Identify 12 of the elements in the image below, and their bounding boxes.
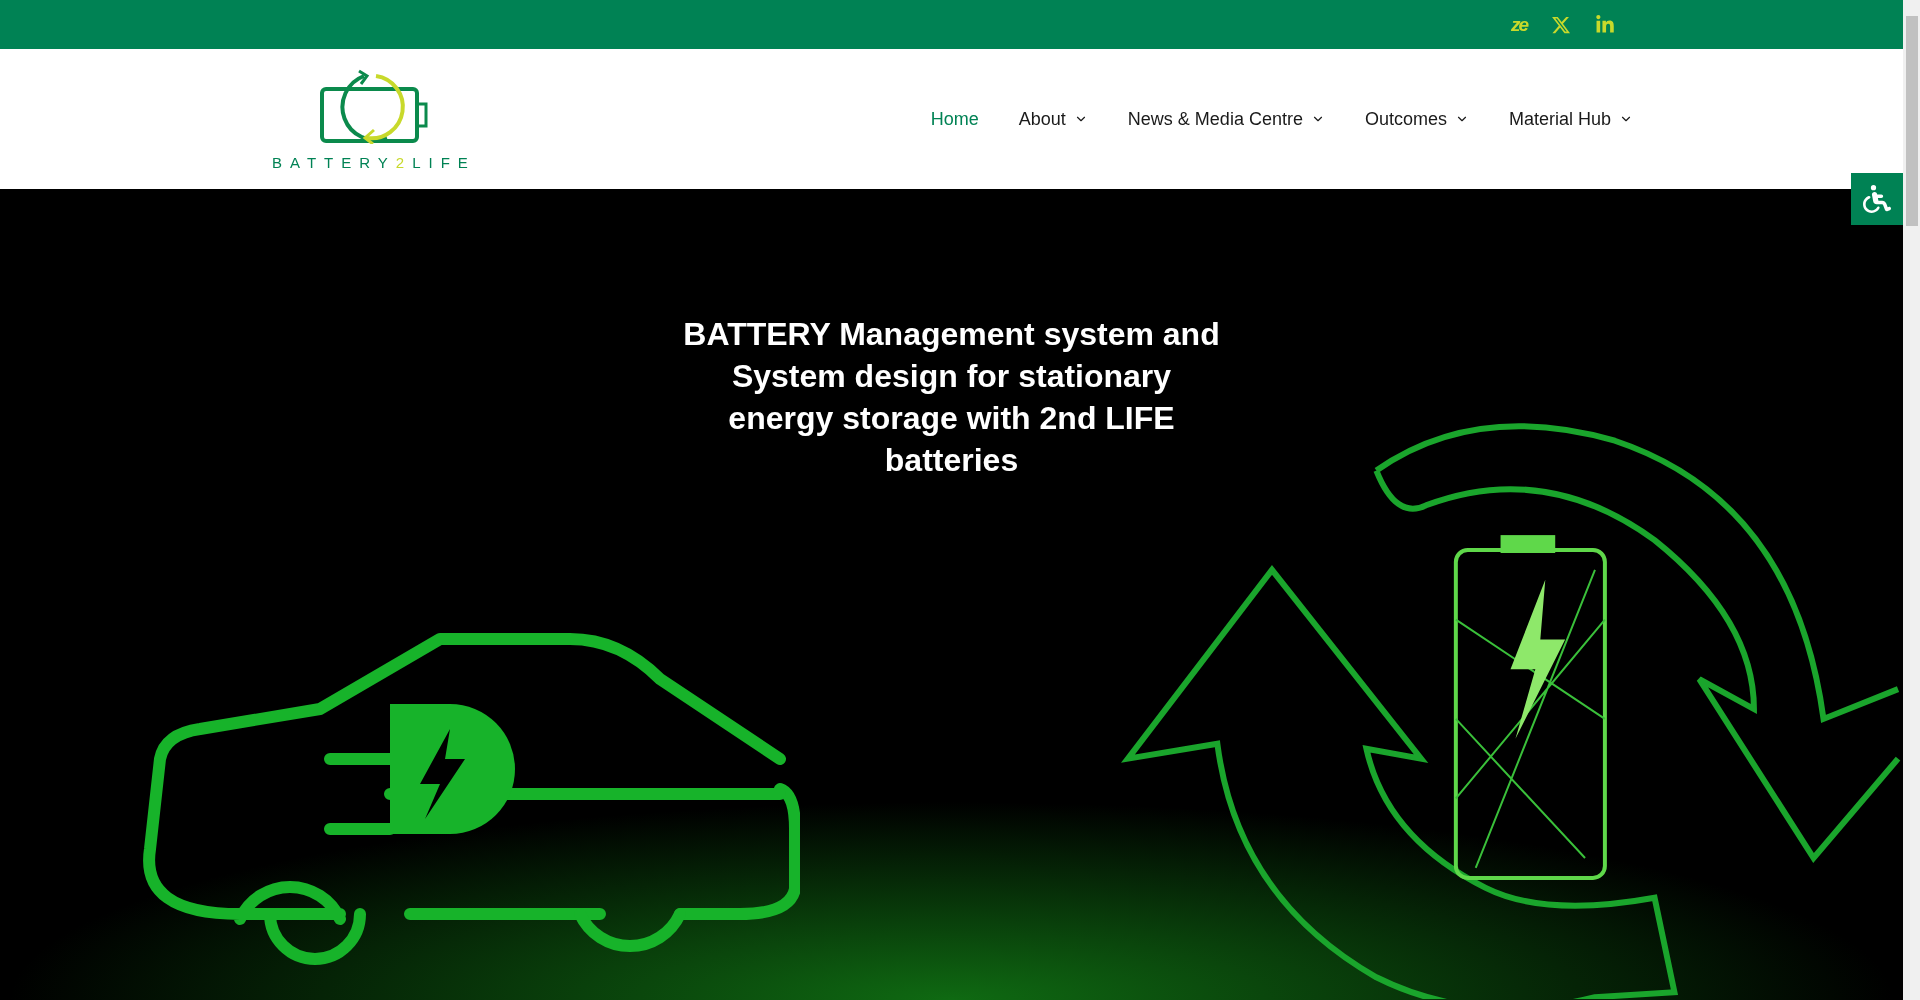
nav-link[interactable]: Home [930, 105, 979, 133]
hero-title: BATTERY Management system and System design for stationary energy storage with 2nd LIFE batteries [682, 315, 1221, 480]
logo[interactable]: BATTERY 2 LIFE [272, 63, 476, 175]
nav-link[interactable]: Outcomes [1364, 105, 1469, 133]
nav-link[interactable]: News & Media Centre [1127, 105, 1325, 133]
nav-link[interactable]: Material Hub [1508, 105, 1633, 133]
nav-link[interactable]: About [1018, 105, 1088, 133]
linkedin-link[interactable] [1595, 14, 1615, 35]
logo-text: BATTERY 2 LIFE [272, 152, 476, 173]
accessibility-button[interactable] [1851, 173, 1903, 225]
x-link[interactable] [1551, 14, 1571, 35]
wheelchair-icon [1863, 185, 1891, 213]
